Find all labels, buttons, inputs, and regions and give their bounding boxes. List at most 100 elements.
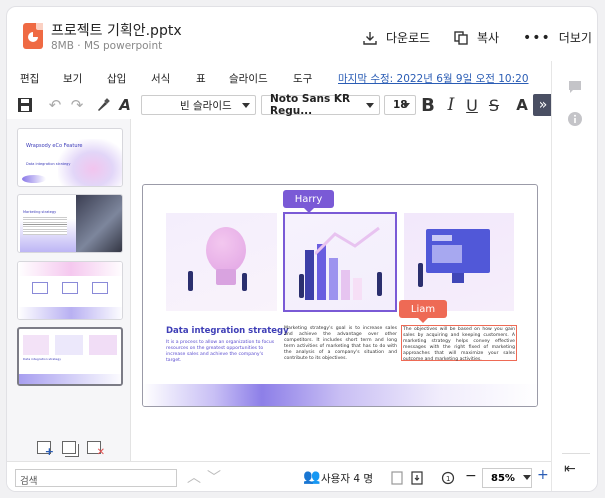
slide-canvas: Harry Liam Data integration strategy It … xyxy=(131,119,551,461)
thumb-pane xyxy=(55,335,83,355)
redo-icon[interactable]: ↷ xyxy=(67,96,87,114)
chart-illustration[interactable] xyxy=(283,212,397,312)
chevron-up-icon[interactable]: ︿ xyxy=(187,467,201,487)
underline-icon[interactable]: U xyxy=(462,96,482,115)
person-figure xyxy=(188,271,193,291)
lightbulb-image xyxy=(206,227,246,273)
last-edit-link[interactable]: 마지막 수정: 2022년 6월 9일 오전 10:20 xyxy=(338,71,529,86)
download-icon xyxy=(363,31,377,45)
thumb-gradient xyxy=(18,307,122,319)
menu-format[interactable]: 서식 xyxy=(151,71,170,86)
users-icon: 👥 xyxy=(303,469,321,485)
rail-divider xyxy=(562,453,590,454)
download-label: 다운로드 xyxy=(386,31,431,45)
thumb-icon-box xyxy=(92,282,108,294)
menu-insert[interactable]: 삽입 xyxy=(107,71,126,86)
font-select[interactable]: Noto Sans KR Regu... xyxy=(261,93,380,117)
thumb-photo xyxy=(76,195,122,252)
zoom-in-icon[interactable]: + xyxy=(537,467,549,483)
copy-button[interactable]: 복사 xyxy=(453,29,499,46)
file-meta: 8MB · MS powerpoint xyxy=(51,40,163,52)
users-count[interactable]: 사용자 4 명 xyxy=(321,471,373,486)
monitor-widget xyxy=(432,235,452,241)
zoom-out-icon[interactable]: − xyxy=(465,468,477,484)
menu-table[interactable]: 표 xyxy=(196,71,206,86)
font-color-icon[interactable]: A xyxy=(512,96,532,114)
thumb-text-lines xyxy=(23,217,67,235)
thumb-1-subtitle: Data integration strategy xyxy=(26,162,71,166)
person-figure xyxy=(418,263,423,287)
page-download-icon[interactable] xyxy=(411,471,423,485)
layout-select[interactable]: 빈 슬라이드 xyxy=(141,95,256,115)
info-icon[interactable] xyxy=(567,111,583,127)
slide-thumbnail-2[interactable]: Marketing strategy xyxy=(17,194,123,253)
slide-thumbnail-panel: Wrapsody eCo Feature Data integration st… xyxy=(7,119,131,461)
delete-slide-icon[interactable]: ✕ xyxy=(87,441,105,458)
undo-icon[interactable]: ↶ xyxy=(45,96,65,114)
pptx-file-icon xyxy=(23,23,43,49)
slide-subtext[interactable]: It is a process to allow an organization… xyxy=(166,340,278,364)
paint-format-icon[interactable] xyxy=(93,96,113,114)
slide-right-text[interactable]: The objectives will be based on how you … xyxy=(401,325,517,362)
slide-thumbnail-1[interactable]: Wrapsody eCo Feature Data integration st… xyxy=(17,128,123,187)
slide-middle-text[interactable]: Marketing strategy's goal is to increase… xyxy=(284,326,397,362)
menu-view[interactable]: 보기 xyxy=(63,71,82,86)
monitor-stand xyxy=(452,273,464,283)
thumb-icon-box xyxy=(62,282,78,294)
person-figure xyxy=(377,272,382,296)
trend-arrow-icon xyxy=(315,226,380,256)
lightbulb-base xyxy=(216,269,236,285)
slide-thumbnail-3[interactable] xyxy=(17,261,123,320)
bar-image xyxy=(305,250,314,300)
comment-icon[interactable] xyxy=(567,79,583,95)
add-slide-icon[interactable]: + xyxy=(37,441,54,458)
more-icon: ••• xyxy=(523,29,551,46)
strikethrough-icon[interactable]: S xyxy=(484,96,504,115)
slide-content[interactable]: Harry Liam Data integration strategy It … xyxy=(142,184,538,407)
collaborator-tag-harry: Harry xyxy=(283,190,334,213)
page-icon[interactable] xyxy=(391,471,403,485)
thumb-2-title: Marketing strategy xyxy=(23,210,57,214)
italic-icon[interactable]: I xyxy=(441,95,461,115)
bar-image xyxy=(353,278,362,300)
thumb-gradient xyxy=(19,374,121,384)
double-chevron-right-icon: » xyxy=(538,97,548,113)
thumb-accent xyxy=(22,175,46,183)
file-name: 프로젝트 기획안.pptx xyxy=(51,23,182,39)
clear-format-icon[interactable]: A xyxy=(115,96,135,114)
expand-toolbar-button[interactable]: » xyxy=(533,94,553,116)
collapse-panel-icon[interactable]: ⇤ xyxy=(564,461,576,477)
save-icon[interactable] xyxy=(15,96,35,114)
menubar: 편집 보기 삽입 서식 표 슬라이드 도구 마지막 수정: 2022년 6월 9… xyxy=(7,67,551,89)
bar-image xyxy=(329,258,338,300)
chevron-down-icon[interactable]: ﹀ xyxy=(207,467,221,487)
bar-image xyxy=(341,270,350,300)
slide-thumbnail-4[interactable]: Data integration strategy xyxy=(17,327,123,386)
monitor-illustration xyxy=(404,213,514,311)
layout-select-value: 빈 슬라이드 xyxy=(180,99,232,112)
thumb-pane xyxy=(23,335,49,355)
download-button[interactable]: 다운로드 xyxy=(362,29,430,46)
thumb-4-title: Data integration strategy xyxy=(23,357,62,361)
zoom-reset-icon[interactable]: 1 xyxy=(441,471,455,485)
menu-slide[interactable]: 슬라이드 xyxy=(229,71,268,86)
search-input[interactable]: 검색 xyxy=(15,469,177,487)
zoom-dropdown-icon[interactable] xyxy=(523,475,531,480)
slide-heading[interactable]: Data integration strategy xyxy=(166,326,289,336)
menu-edit[interactable]: 편집 xyxy=(20,71,39,86)
app-window: 프로젝트 기획안.pptx 8MB · MS powerpoint 다운로드 복… xyxy=(6,6,598,492)
thumb-1-title: Wrapsody eCo Feature xyxy=(26,143,83,149)
menu-tools[interactable]: 도구 xyxy=(293,71,312,86)
thumb-gradient xyxy=(18,262,122,276)
more-label: 더보기 xyxy=(558,31,592,45)
monitor-widget xyxy=(432,245,462,263)
font-size-select[interactable]: 18 xyxy=(384,95,416,115)
svg-text:1: 1 xyxy=(446,475,450,483)
person-figure xyxy=(242,273,247,291)
duplicate-slide-icon[interactable] xyxy=(62,441,76,454)
bold-icon[interactable]: B xyxy=(418,95,438,116)
collaborator-name: Harry xyxy=(294,193,323,205)
more-button[interactable]: ••• 더보기 xyxy=(523,29,592,46)
idea-illustration xyxy=(166,213,277,311)
zoom-value: 85% xyxy=(491,472,515,484)
